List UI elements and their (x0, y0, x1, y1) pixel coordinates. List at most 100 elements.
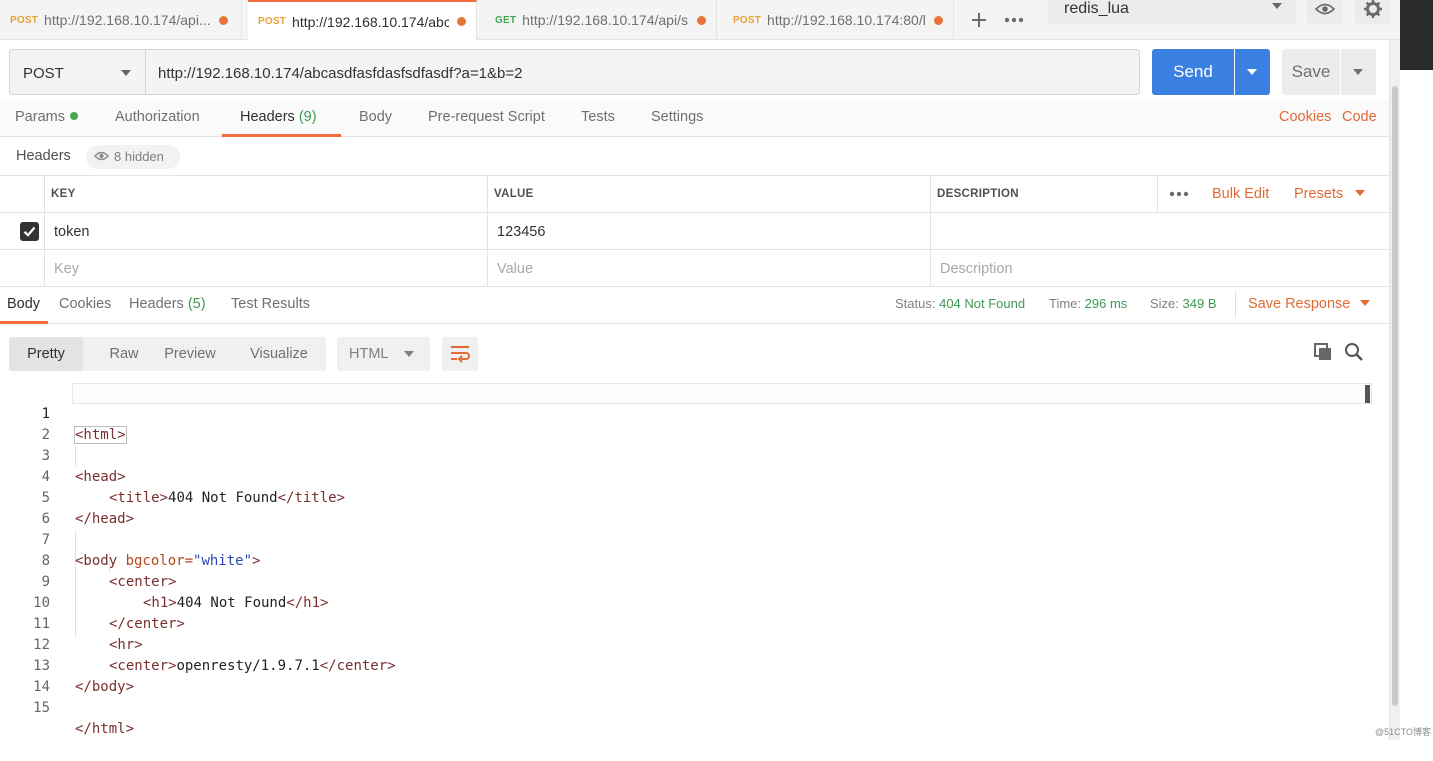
send-options-button[interactable] (1235, 49, 1270, 95)
code-line: 8 <center> (0, 530, 1360, 590)
header-description-cell[interactable] (930, 213, 1389, 249)
new-tab-button[interactable] (962, 3, 996, 37)
tab-options-button[interactable] (998, 3, 1030, 37)
response-size: Size: 349 B (1150, 296, 1217, 311)
request-tab-4[interactable]: POST http://192.168.10.174:80/l... (723, 0, 954, 40)
code-line: 5 </head> (0, 467, 1360, 527)
response-body-editor[interactable]: 1 <html> 2 3 <head> 4 <title>404 Not Fou… (0, 383, 1380, 740)
divider (1235, 292, 1236, 318)
save-button[interactable]: Save (1282, 49, 1340, 95)
response-status: Status: 404 Not Found (895, 296, 1025, 311)
request-config-tabs: Params Authorization Headers (9) Body Pr… (0, 100, 1389, 137)
plus-icon (972, 13, 986, 27)
tab-tests[interactable]: Tests (581, 100, 615, 137)
table-row: token 123456 (0, 213, 1389, 250)
more-horizontal-icon (1004, 17, 1024, 23)
tab-method: POST (258, 16, 287, 27)
wrap-lines-button[interactable] (442, 337, 478, 371)
header-enabled-checkbox[interactable] (20, 222, 39, 241)
response-tab-headers[interactable]: Headers (5) (129, 286, 206, 324)
code-line: 12 <center>openresty/1.9.7.1</center> (0, 614, 1360, 674)
time-label: Time: (1049, 296, 1082, 311)
response-language-value: HTML (349, 346, 389, 362)
new-description-input[interactable]: Description (930, 250, 1389, 286)
line-number: 15 (33, 700, 50, 716)
vertical-scrollbar-thumb[interactable] (1392, 86, 1398, 706)
request-url-value: http://192.168.10.174/abcasdfasfdasfsdfa… (158, 65, 523, 82)
response-tab-headers-label: Headers (129, 296, 184, 312)
code-line: 14 (0, 656, 1360, 695)
response-tab-test-results[interactable]: Test Results (231, 286, 310, 324)
tab-url: http://192.168.10.174/api/s... (522, 12, 689, 28)
save-response-dropdown[interactable]: Save Response (1248, 296, 1371, 312)
format-pretty-button[interactable]: Pretty (9, 337, 83, 371)
size-label: Size: (1150, 296, 1179, 311)
cookies-link[interactable]: Cookies (1279, 109, 1331, 125)
request-url-input[interactable]: http://192.168.10.174/abcasdfasfdasfsdfa… (145, 49, 1140, 95)
tab-pre-request-script[interactable]: Pre-request Script (428, 100, 545, 137)
tab-params[interactable]: Params (15, 100, 78, 137)
table-options-button[interactable] (1157, 176, 1199, 212)
tab-settings[interactable]: Settings (651, 100, 703, 137)
watermark: @51CTO博客 (1375, 727, 1431, 737)
presets-dropdown[interactable]: Presets (1294, 186, 1366, 202)
request-tab-3[interactable]: GET http://192.168.10.174/api/s... (485, 0, 717, 40)
format-raw-button[interactable]: Raw (89, 337, 159, 371)
tab-method: POST (733, 14, 762, 26)
adjacent-window-dark-area (1400, 0, 1433, 70)
save-options-button[interactable] (1341, 49, 1376, 95)
tab-method: POST (10, 14, 39, 26)
bulk-edit-link[interactable]: Bulk Edit (1212, 186, 1269, 202)
http-method-select[interactable]: POST (9, 49, 145, 95)
status-value: 404 Not Found (939, 296, 1026, 311)
gear-icon (1364, 0, 1382, 18)
code-line: 4 <title>404 Not Found</title> (0, 446, 1360, 506)
code-line: 11 <hr> (0, 593, 1360, 653)
request-tab-2[interactable]: POST http://192.168.10.174/abc... (248, 0, 477, 41)
tab-headers-count: (9) (298, 109, 317, 125)
unsaved-dot-icon (934, 15, 943, 25)
manage-environments-button[interactable] (1355, 0, 1391, 24)
format-preview-button[interactable]: Preview (155, 337, 225, 371)
copy-response-button[interactable] (1313, 342, 1335, 364)
environment-select[interactable]: redis_lua (1048, 0, 1296, 24)
time-value: 296 ms (1084, 296, 1128, 311)
eye-icon (94, 151, 109, 161)
code-link[interactable]: Code (1342, 109, 1377, 125)
tab-authorization[interactable]: Authorization (115, 100, 200, 137)
header-key-cell[interactable]: token (44, 213, 488, 249)
code-line: 6 (0, 488, 1360, 527)
response-language-select[interactable]: HTML (337, 337, 430, 371)
status-dot-icon (69, 112, 78, 120)
status-label: Status: (895, 296, 936, 311)
unsaved-dot-icon (697, 15, 706, 25)
http-method-value: POST (23, 65, 64, 82)
table-header-row: KEY VALUE DESCRIPTION Bulk Edit Presets (0, 176, 1389, 213)
header-value-cell[interactable]: 123456 (487, 213, 931, 249)
response-tab-cookies[interactable]: Cookies (59, 286, 111, 324)
tab-headers-label: Headers (240, 109, 295, 125)
more-horizontal-icon (1169, 191, 1189, 197)
response-tab-body[interactable]: Body (0, 286, 48, 324)
new-value-input[interactable]: Value (487, 250, 931, 286)
code-line: 2 (0, 404, 1360, 443)
unsaved-dot-icon (218, 15, 228, 25)
environment-name: redis_lua (1064, 0, 1129, 17)
hidden-headers-count: 8 hidden (114, 149, 164, 164)
save-response-label: Save Response (1248, 296, 1351, 312)
headers-table: KEY VALUE DESCRIPTION Bulk Edit Presets … (0, 175, 1389, 287)
hidden-headers-toggle[interactable]: 8 hidden (86, 145, 180, 169)
send-button[interactable]: Send (1152, 49, 1234, 95)
response-headers-count: (5) (187, 296, 206, 312)
request-tab-1[interactable]: POST http://192.168.10.174/api... (0, 0, 242, 40)
response-format-group: Pretty Raw Preview Visualize (9, 337, 326, 371)
tab-body[interactable]: Body (359, 100, 392, 137)
search-response-button[interactable] (1344, 342, 1366, 364)
editor-scrollbar-thumb[interactable] (1365, 385, 1370, 403)
tab-headers[interactable]: Headers (9) (222, 100, 341, 137)
code-line: 13 </body> (0, 635, 1360, 695)
size-value: 349 B (1182, 296, 1217, 311)
new-key-input[interactable]: Key (44, 250, 488, 286)
environment-quick-look-button[interactable] (1307, 0, 1343, 24)
format-visualize-button[interactable]: Visualize (237, 337, 321, 371)
